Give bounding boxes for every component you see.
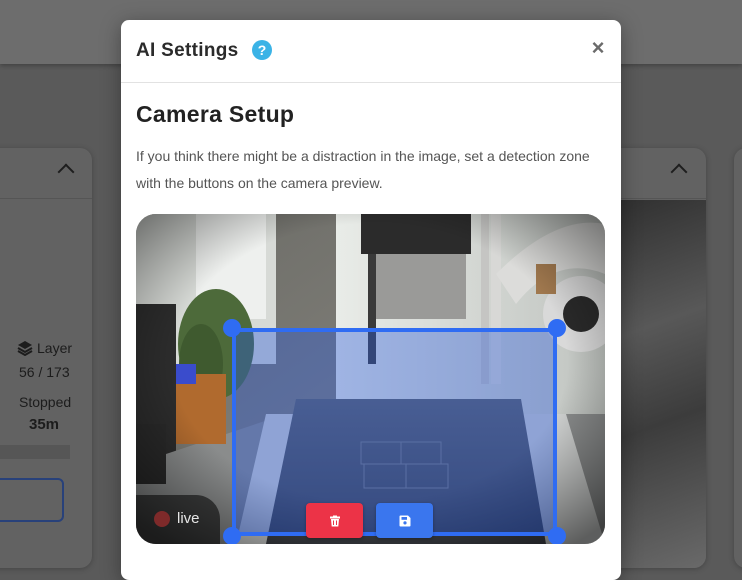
printer-card-right	[606, 148, 706, 568]
zone-handle-top-right[interactable]	[548, 319, 566, 337]
zone-handle-bottom-right[interactable]	[548, 527, 566, 544]
live-label: live	[177, 510, 200, 527]
modal-header: AI Settings ? ×	[121, 20, 621, 83]
print-status: Stopped	[19, 394, 72, 410]
chevron-up-icon[interactable]	[57, 163, 75, 181]
close-icon[interactable]: ×	[587, 36, 609, 60]
camera-thumbnail	[606, 200, 706, 568]
ai-settings-modal: AI Settings ? × Camera Setup If you thin…	[121, 20, 621, 580]
progress-bar	[0, 445, 70, 459]
camera-preview[interactable]: live	[136, 214, 605, 544]
zone-handle-top-left[interactable]	[223, 319, 241, 337]
recording-dot-icon	[154, 511, 170, 527]
printer-card-header	[606, 148, 706, 199]
trash-icon	[329, 515, 340, 526]
printer-card-header	[0, 148, 92, 199]
help-icon[interactable]: ?	[252, 40, 272, 60]
save-icon	[399, 515, 410, 526]
print-duration: 35m	[29, 416, 60, 433]
layer-progress: 56 / 173	[19, 364, 70, 380]
save-zone-button[interactable]	[376, 503, 433, 538]
layer-label: Layer	[37, 340, 73, 356]
printer-card-far	[734, 148, 742, 568]
section-description: If you think there might be a distractio…	[136, 148, 590, 191]
modal-title: AI Settings	[136, 40, 239, 61]
delete-zone-button[interactable]	[306, 503, 363, 538]
layers-icon	[17, 341, 33, 356]
printer-card-left: Layer 56 / 173 Stopped 35m	[0, 148, 92, 568]
section-title: Camera Setup	[136, 101, 295, 127]
zone-handle-bottom-left[interactable]	[223, 527, 241, 544]
live-indicator: live	[136, 495, 220, 544]
chevron-up-icon[interactable]	[670, 163, 688, 181]
card-action-button[interactable]	[0, 478, 64, 522]
